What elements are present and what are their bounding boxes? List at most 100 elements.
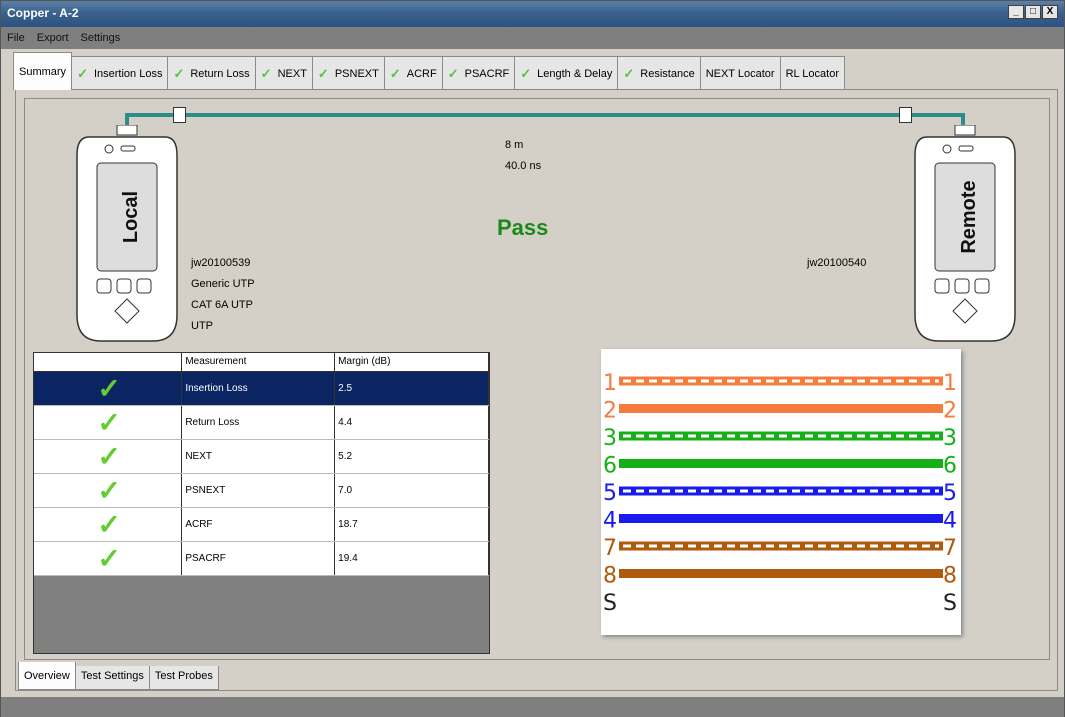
wire-map-diagram: 1 12 23 36 65 54 47 78 8S S bbox=[603, 371, 957, 616]
table-row[interactable]: ✓ Insertion Loss 2.5 bbox=[34, 371, 489, 406]
tab-next[interactable]: ✓ NEXT bbox=[254, 56, 313, 90]
local-info: jw20100539 Generic UTP CAT 6A UTP UTP bbox=[191, 253, 255, 337]
cable-delay: 40.0 ns bbox=[505, 160, 542, 172]
overview-area: Local Remote 8 m 40.0 ns Pass jw20100539… bbox=[24, 98, 1050, 660]
menu-export[interactable]: Export bbox=[37, 32, 69, 44]
pin-label-right: 5 bbox=[943, 481, 957, 506]
cable-length-delay: 8 m 40.0 ns bbox=[505, 135, 541, 177]
pass-check-icon: ✓ bbox=[317, 65, 329, 81]
menu-settings[interactable]: Settings bbox=[81, 32, 121, 44]
pass-check-icon: ✓ bbox=[520, 65, 532, 81]
menu-bar: File Export Settings bbox=[1, 27, 1064, 49]
local-label: Local bbox=[120, 191, 142, 243]
margin-cell: 19.4 bbox=[334, 541, 489, 576]
pin-label-right: 7 bbox=[943, 536, 957, 561]
measurement-cell: PSACRF bbox=[181, 541, 336, 576]
pin-label-left: 2 bbox=[603, 399, 617, 424]
pass-check-icon: ✓ bbox=[389, 65, 401, 81]
tab-acrf[interactable]: ✓ ACRF bbox=[383, 56, 443, 90]
application-window: Copper - A-2 _ □ X File Export Settings … bbox=[0, 0, 1065, 717]
menu-file[interactable]: File bbox=[7, 32, 25, 44]
pin-label-right: 4 bbox=[943, 509, 957, 534]
table-row[interactable]: ✓ Return Loss 4.4 bbox=[34, 405, 489, 440]
status-cell: ✓ bbox=[34, 439, 183, 474]
pin-label-left: S bbox=[603, 591, 617, 616]
tab-label: PSACRF bbox=[464, 67, 510, 80]
measurement-cell: NEXT bbox=[181, 439, 336, 474]
remote-serial: jw20100540 bbox=[807, 257, 867, 269]
tab-label: PSNEXT bbox=[334, 67, 379, 80]
pin-label-left: 8 bbox=[603, 564, 617, 589]
table-row[interactable]: ✓ NEXT 5.2 bbox=[34, 439, 489, 474]
tab-overview[interactable]: Overview bbox=[18, 662, 76, 690]
tab-psacrf[interactable]: ✓ PSACRF bbox=[441, 56, 516, 90]
cable-length: 8 m bbox=[505, 139, 524, 151]
margin-column-header[interactable]: Margin (dB) bbox=[334, 353, 489, 372]
pass-check-icon: ✓ bbox=[97, 542, 121, 574]
test-result: Pass bbox=[497, 215, 549, 240]
pin-label-left: 3 bbox=[603, 426, 617, 451]
pass-check-icon: ✓ bbox=[623, 65, 635, 81]
pin-label-left: 1 bbox=[603, 371, 617, 396]
table-row[interactable]: ✓ PSNEXT 7.0 bbox=[34, 473, 489, 508]
measurement-cell: Return Loss bbox=[181, 405, 336, 440]
title-bar: Copper - A-2 _ □ X bbox=[1, 1, 1064, 27]
pin-label-left: 5 bbox=[603, 481, 617, 506]
tab-next-locator[interactable]: NEXT Locator bbox=[699, 56, 781, 90]
summary-panel: Local Remote 8 m 40.0 ns Pass jw20100539… bbox=[15, 89, 1058, 691]
table-row[interactable]: ✓ ACRF 18.7 bbox=[34, 507, 489, 542]
tab-label: NEXT bbox=[277, 67, 307, 80]
tab-length-delay[interactable]: ✓ Length & Delay bbox=[514, 56, 619, 90]
tab-rl-locator[interactable]: RL Locator bbox=[779, 56, 845, 90]
status-cell: ✓ bbox=[34, 405, 183, 440]
cable-connector-local bbox=[173, 107, 186, 123]
pass-check-icon: ✓ bbox=[447, 65, 459, 81]
pass-check-icon: ✓ bbox=[173, 65, 185, 81]
table-row[interactable]: ✓ PSACRF 19.4 bbox=[34, 541, 489, 576]
maximize-button[interactable]: □ bbox=[1025, 5, 1041, 19]
tab-label: Length & Delay bbox=[537, 67, 613, 80]
wire-map: 1122336655447788SS bbox=[601, 349, 961, 635]
window-title: Copper - A-2 bbox=[7, 6, 79, 20]
measurement-cell: Insertion Loss bbox=[181, 371, 336, 406]
tab-label: Return Loss bbox=[190, 67, 250, 80]
status-cell: ✓ bbox=[34, 473, 183, 508]
margin-cell: 18.7 bbox=[334, 507, 489, 542]
measurement-column-header[interactable]: Measurement bbox=[181, 353, 336, 372]
status-bar bbox=[1, 697, 1064, 717]
margin-cell: 2.5 bbox=[334, 371, 489, 406]
status-cell: ✓ bbox=[34, 541, 183, 576]
margin-cell: 5.2 bbox=[334, 439, 489, 474]
cable-vendor: Generic UTP bbox=[191, 278, 255, 290]
pass-check-icon: ✓ bbox=[260, 65, 272, 81]
cable-type: UTP bbox=[191, 320, 213, 332]
tab-label: Resistance bbox=[640, 67, 695, 80]
pin-label-left: 6 bbox=[603, 454, 617, 479]
tab-resistance[interactable]: ✓ Resistance bbox=[617, 56, 701, 90]
tab-summary[interactable]: Summary bbox=[13, 52, 73, 90]
pin-label-right: 1 bbox=[943, 371, 957, 396]
tab-label: NEXT Locator bbox=[705, 67, 775, 80]
tab-label: Summary bbox=[19, 65, 67, 78]
local-tester-icon: Local bbox=[76, 125, 178, 342]
tab-label: Insertion Loss bbox=[93, 67, 163, 80]
results-header-row: Measurement Margin (dB) bbox=[34, 353, 489, 372]
pass-check-icon: ✓ bbox=[97, 508, 121, 540]
remote-tester-icon: Remote bbox=[914, 125, 1016, 342]
tab-test-probes[interactable]: Test Probes bbox=[148, 666, 219, 690]
pin-label-right: 3 bbox=[943, 426, 957, 451]
cable-connector-remote bbox=[899, 107, 912, 123]
tab-psnext[interactable]: ✓ PSNEXT bbox=[311, 56, 385, 90]
minimize-button[interactable]: _ bbox=[1008, 5, 1024, 19]
pass-check-icon: ✓ bbox=[97, 474, 121, 506]
pin-label-right: S bbox=[943, 591, 957, 616]
pin-label-left: 4 bbox=[603, 509, 617, 534]
margin-cell: 4.4 bbox=[334, 405, 489, 440]
tab-test-settings[interactable]: Test Settings bbox=[74, 666, 150, 690]
tab-insertion-loss[interactable]: ✓ Insertion Loss bbox=[71, 56, 169, 90]
margin-cell: 7.0 bbox=[334, 473, 489, 508]
close-button[interactable]: X bbox=[1042, 5, 1058, 19]
cable-category: CAT 6A UTP bbox=[191, 299, 253, 311]
pass-check-icon: ✓ bbox=[97, 372, 121, 404]
tab-return-loss[interactable]: ✓ Return Loss bbox=[167, 56, 256, 90]
